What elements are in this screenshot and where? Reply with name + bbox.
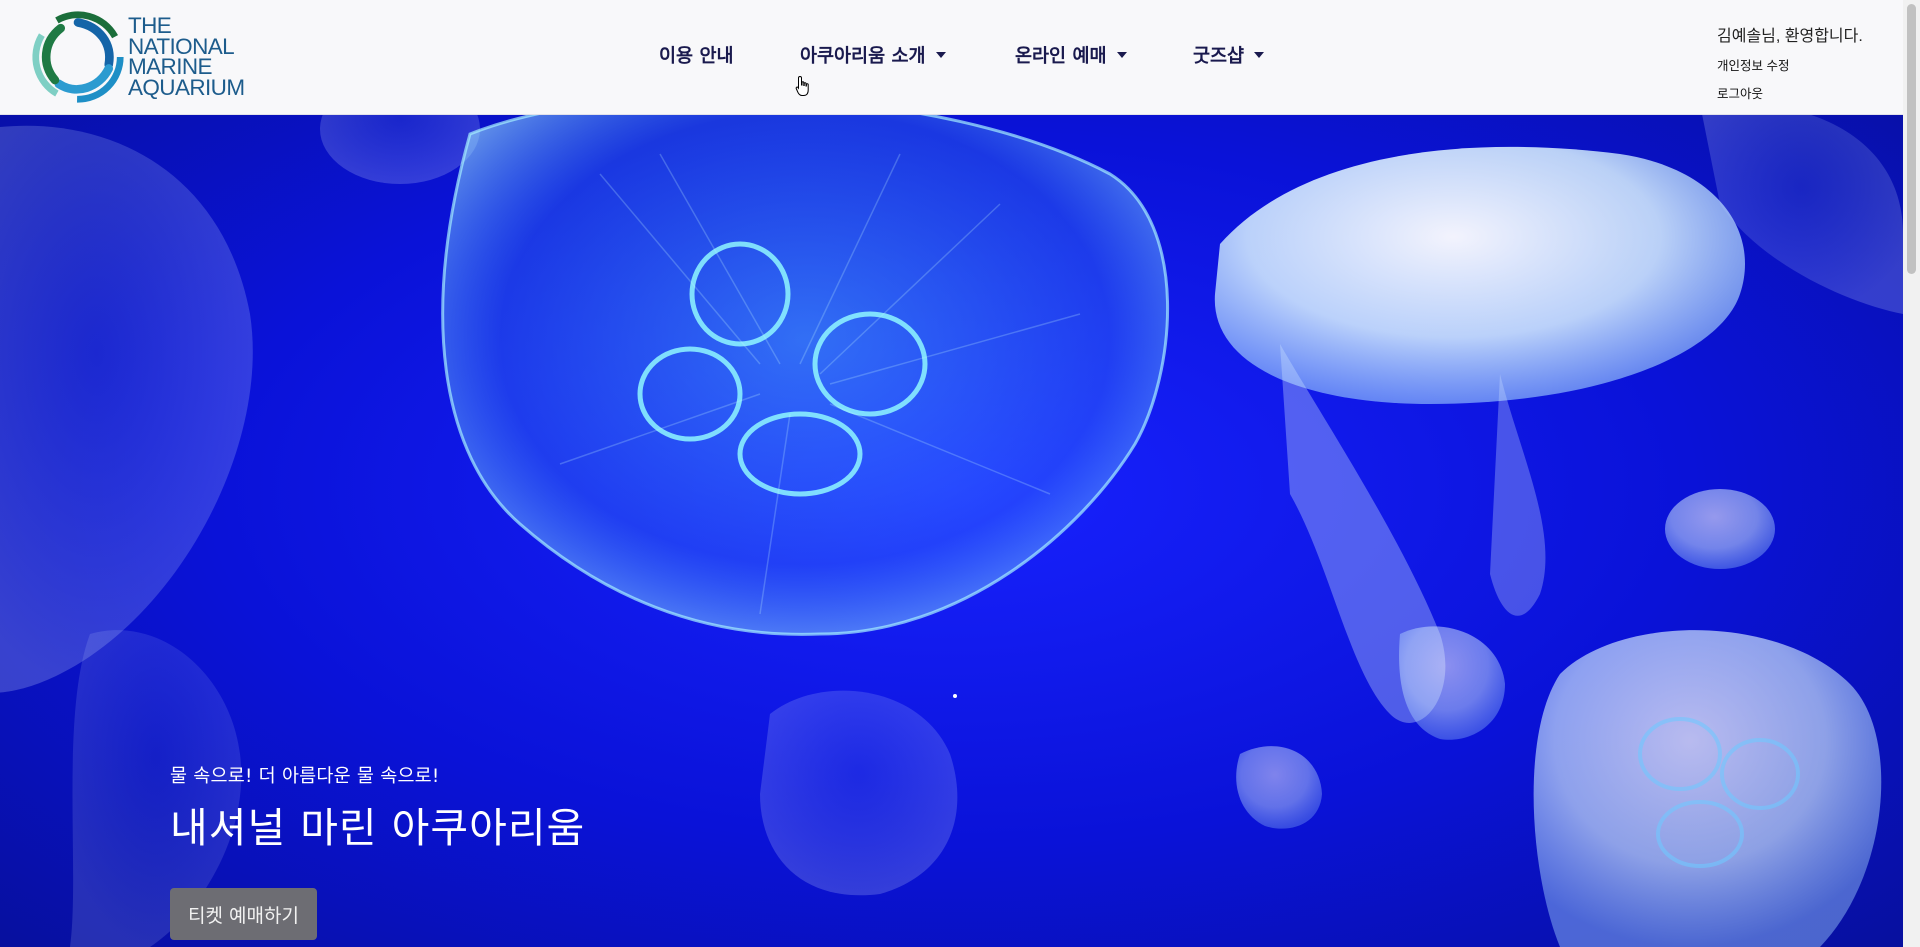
nav-online-booking[interactable]: 온라인 예매 <box>1015 40 1127 70</box>
page-scrollbar[interactable] <box>1903 0 1920 947</box>
hero-title: 내셔널 마린 아쿠아리움 <box>170 804 586 852</box>
caret-down-icon <box>1254 52 1265 58</box>
nav-label: 이용 안내 <box>659 46 734 67</box>
user-panel: 김예솔님, 환영합니다. 개인정보 수정 로그아웃 <box>1717 22 1863 102</box>
caret-down-icon <box>1116 52 1127 58</box>
logout-link[interactable]: 로그아웃 <box>1717 83 1863 102</box>
main-nav: 이용 안내 아쿠아리움 소개 온라인 예매 굿즈샵 <box>0 0 1903 114</box>
nav-label: 아쿠아리움 소개 <box>800 46 926 67</box>
ticket-booking-button[interactable]: 티켓 예매하기 <box>170 888 317 940</box>
nav-aquarium-intro[interactable]: 아쿠아리움 소개 <box>800 40 946 70</box>
scrollbar-thumb[interactable] <box>1907 4 1916 274</box>
hero-subtitle: 물 속으로! 더 아름다운 물 속으로! <box>170 766 440 787</box>
nav-label: 온라인 예매 <box>1015 46 1107 67</box>
nav-label: 굿즈샵 <box>1193 46 1245 67</box>
hand-cursor-icon <box>795 75 809 96</box>
user-welcome: 김예솔님, 환영합니다. <box>1717 28 1863 45</box>
edit-profile-link[interactable]: 개인정보 수정 <box>1717 55 1863 74</box>
nav-goods-shop[interactable]: 굿즈샵 <box>1193 40 1265 70</box>
caret-down-icon <box>935 52 946 58</box>
nav-usage-guide[interactable]: 이용 안내 <box>659 40 734 70</box>
site-header: THE NATIONAL MARINE AQUARIUM 이용 안내 아쿠아리움… <box>0 0 1903 115</box>
hero-text: 물 속으로! 더 아름다운 물 속으로! 내셔널 마린 아쿠아리움 <box>170 762 585 854</box>
